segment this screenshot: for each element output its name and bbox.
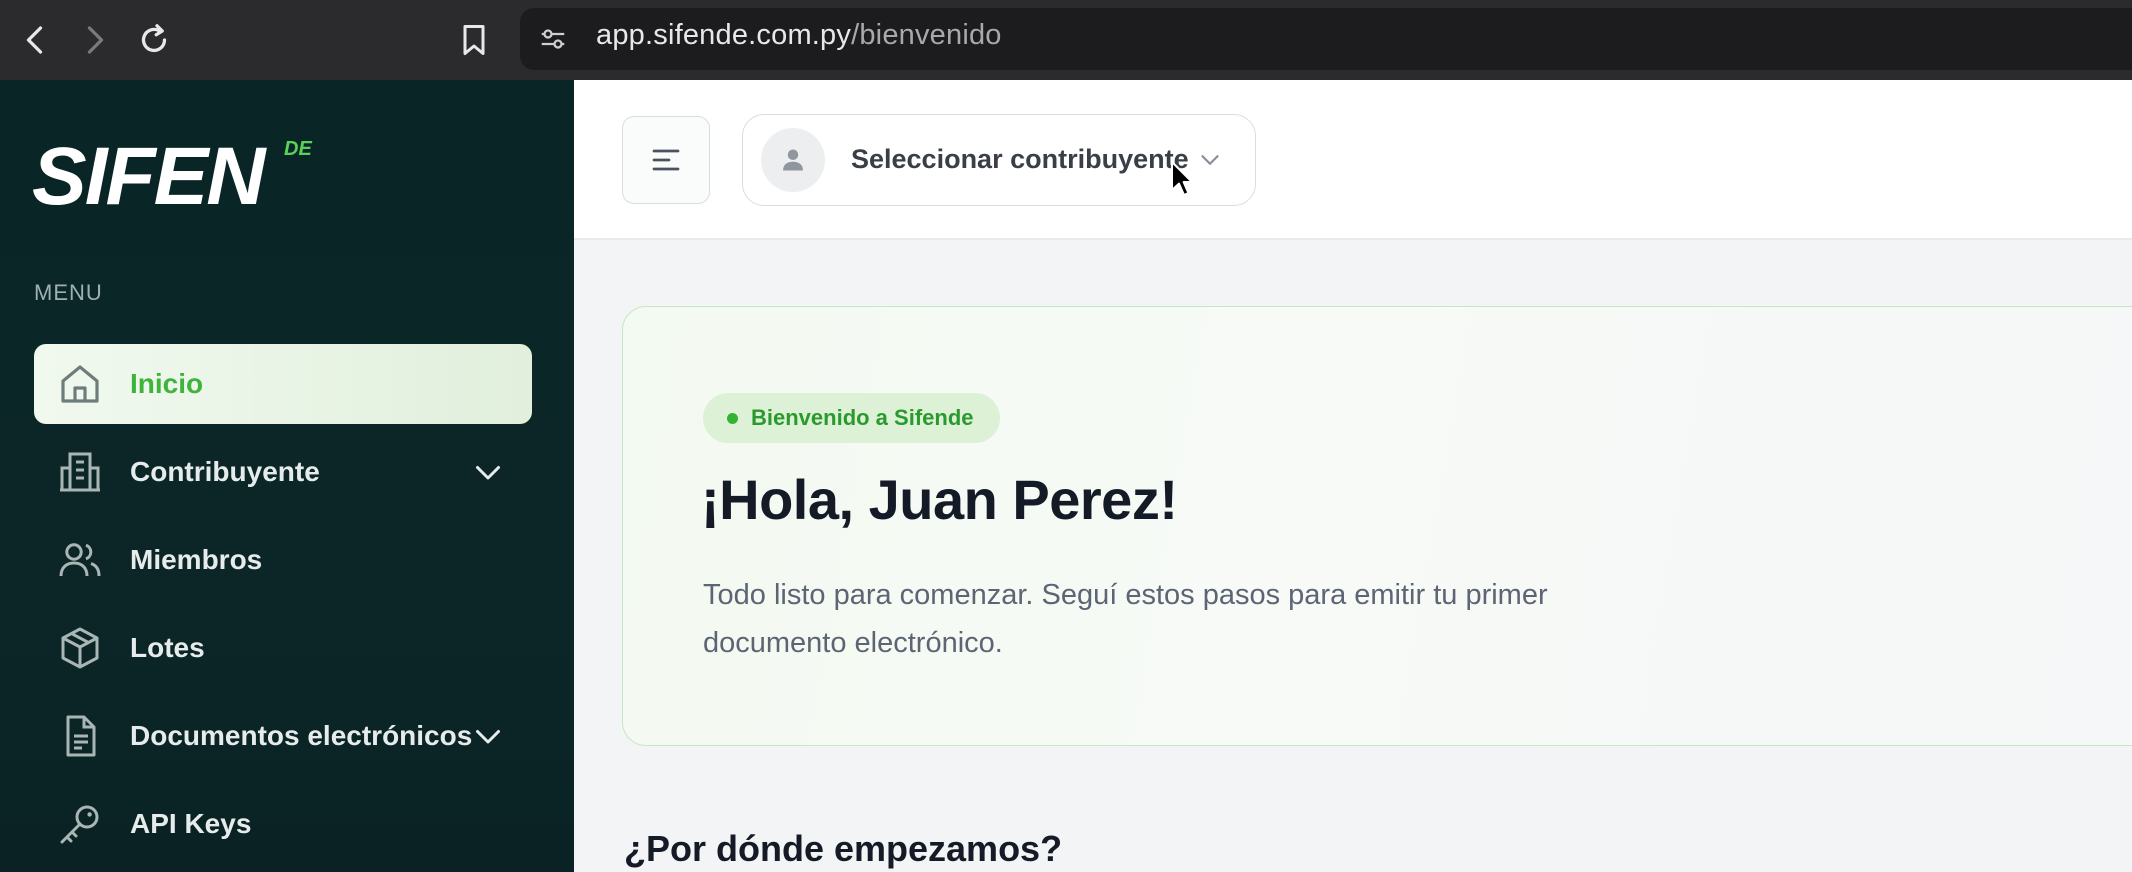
- sidebar-item-documentos[interactable]: Documentos electrónicos: [34, 696, 532, 776]
- welcome-subtitle: Todo listo para comenzar. Seguí estos pa…: [703, 579, 1548, 659]
- logo-superscript: DE: [284, 138, 312, 160]
- chevron-right-icon: [87, 26, 104, 54]
- avatar: [761, 128, 825, 192]
- contributor-select-label: Seleccionar contribuyente: [851, 144, 1189, 174]
- back-button[interactable]: [14, 18, 58, 62]
- welcome-card: Bienvenido a Sifende ¡Hola, Juan Perez! …: [622, 306, 2132, 746]
- sidebar-item-label: Documentos electrónicos: [130, 720, 473, 751]
- user-icon: [783, 149, 803, 171]
- sidebar-item-lotes[interactable]: Lotes: [34, 608, 532, 688]
- page-title: ¡Hola, Juan Perez!: [701, 468, 1178, 531]
- sidebar-item-contribuyente[interactable]: Contribuyente: [34, 432, 532, 512]
- sidebar-item-api-keys[interactable]: API Keys: [34, 784, 532, 864]
- menu-toggle-button[interactable]: [622, 116, 710, 204]
- sidebar-item-miembros[interactable]: Miembros: [34, 520, 532, 600]
- sidebar-item-label: Inicio: [130, 368, 204, 399]
- package-icon: [61, 627, 99, 669]
- chevron-down-icon: [1201, 155, 1219, 165]
- sidebar-item-label: Miembros: [130, 544, 263, 575]
- bookmark-icon: [463, 25, 485, 55]
- sidebar-item-label: Lotes: [130, 632, 205, 663]
- mouse-cursor-icon: [1171, 161, 1193, 196]
- building-icon: [60, 452, 100, 492]
- chevron-left-icon: [26, 26, 43, 54]
- chevron-down-icon[interactable]: [470, 454, 506, 490]
- sifen-logo[interactable]: SIFEN DE: [32, 131, 312, 222]
- document-icon: [66, 715, 96, 757]
- home-icon: [61, 365, 99, 403]
- top-header: Seleccionar contribuyente: [574, 80, 2132, 240]
- welcome-badge: Bienvenido a Sifende: [703, 393, 1000, 443]
- sidebar-item-label: Contribuyente: [130, 456, 320, 487]
- reload-button[interactable]: [132, 18, 176, 62]
- chevron-down-icon[interactable]: [470, 718, 506, 754]
- url-text[interactable]: app.sifende.com.py/bienvenido: [596, 19, 1002, 52]
- logo-text: SIFEN: [32, 131, 265, 222]
- bookmark-button[interactable]: [452, 18, 496, 62]
- url-path: /bienvenido: [851, 19, 1002, 51]
- menu-icon: [652, 149, 680, 171]
- url-host: app.sifende.com.py: [596, 19, 852, 51]
- menu-section-label: MENU: [34, 280, 103, 305]
- users-icon: [59, 543, 101, 577]
- welcome-badge-text: Bienvenido a Sifende: [751, 405, 974, 430]
- section-title: ¿Por dónde empezamos?: [624, 828, 1063, 869]
- main-content: Seleccionar contribuyente Bienvenido a S…: [574, 80, 2132, 872]
- forward-button[interactable]: [72, 18, 116, 62]
- sidebar-item-label: API Keys: [130, 808, 252, 839]
- reload-icon: [141, 24, 167, 53]
- sidebar: SIFEN DE MENU Inicio Contribuyente Miemb…: [0, 80, 574, 872]
- browser-toolbar: app.sifende.com.py/bienvenido: [0, 0, 2132, 80]
- key-icon: [60, 805, 99, 844]
- status-dot: [727, 413, 738, 424]
- sidebar-item-inicio[interactable]: Inicio: [34, 344, 532, 424]
- site-settings-icon[interactable]: [538, 24, 568, 54]
